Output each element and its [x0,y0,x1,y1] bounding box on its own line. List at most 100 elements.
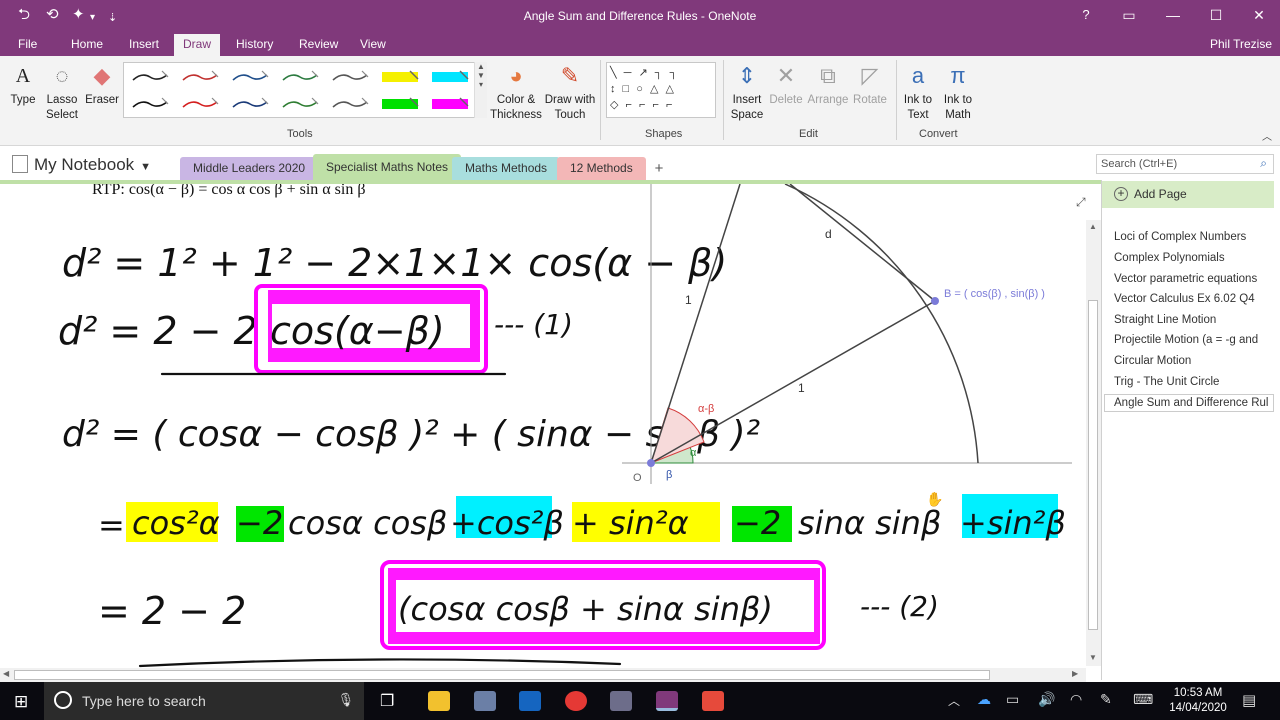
note-canvas[interactable]: RTP: cos(α − β) = cos α cos β + sin α si… [0,184,1086,668]
page-item[interactable]: Straight Line Motion [1114,314,1276,326]
scroll-right-icon[interactable]: ▶ [1072,669,1078,678]
shape-line-icon[interactable]: ╲ ─ ↗ ┐ ┐ [610,67,679,79]
page-item[interactable]: Vector Calculus Ex 6.02 Q4 [1114,293,1276,305]
notifications-icon[interactable]: ▤ [1242,691,1256,709]
lasso-select-button[interactable]: ◌ Lasso Select [44,62,80,123]
settings-app-icon[interactable] [610,691,632,711]
vertical-scrollbar[interactable]: ▲ ▼ [1086,220,1101,666]
pen-swatch[interactable] [326,92,372,115]
page-item-selected[interactable]: Angle Sum and Difference Rul [1104,394,1274,412]
tab-insert[interactable]: Insert [129,37,159,51]
tab-history[interactable]: History [236,37,273,51]
pen-swatch[interactable] [376,92,422,115]
draw-with-touch-button[interactable]: ✎ Draw with Touch [544,62,596,123]
section-tab-maths-methods[interactable]: Maths Methods [452,157,561,181]
scroll-left-icon[interactable]: ◀ [3,669,9,678]
origin-marker[interactable] [647,459,655,467]
pen-swatch[interactable] [276,65,322,88]
page-item[interactable]: Vector parametric equations [1114,273,1276,285]
ink-to-text-button[interactable]: a Ink to Text [898,62,938,123]
chord-d [789,184,936,302]
tab-draw[interactable]: Draw [174,34,221,56]
file-explorer-icon[interactable] [428,691,450,711]
pen-swatch[interactable] [426,65,472,88]
tab-file[interactable]: File [18,37,37,51]
page-item[interactable]: Circular Motion [1114,355,1276,367]
chevron-down-icon: ▼ [140,161,152,173]
user-name[interactable]: Phil Trezise [1210,37,1272,51]
scroll-down-icon[interactable]: ▼ [1089,653,1097,662]
expand-icon[interactable]: ⤢ [1075,195,1086,209]
pen-swatch[interactable] [176,65,222,88]
outlook-icon[interactable] [519,691,541,711]
show-hidden-icons-icon[interactable]: ︿ [948,692,960,709]
battery-icon[interactable]: ▭ [1006,691,1019,708]
section-tab-specialist-maths[interactable]: Specialist Maths Notes [313,154,462,181]
page-item[interactable]: Loci of Complex Numbers [1114,231,1276,243]
network-app-icon[interactable] [474,691,496,711]
section-tab-middle-leaders[interactable]: Middle Leaders 2020 [180,157,319,181]
pen-swatch[interactable] [226,65,272,88]
ink-math-label: Ink to Math [943,94,973,121]
pen-swatch[interactable] [126,92,172,115]
pen-swatch[interactable] [126,65,172,88]
search-icon: ⌕ [1260,156,1267,170]
point-b-marker[interactable] [931,297,939,305]
shape-polygon-icon[interactable]: ◇ ⌐ ⌐ ⌐ ⌐ [610,99,674,111]
wifi-icon[interactable]: ◠ [1070,691,1082,708]
pen-swatch[interactable] [426,92,472,115]
pen-swatch[interactable] [376,65,422,88]
eraser-button[interactable]: ◆ Eraser [84,62,120,108]
rotate-button[interactable]: ◸ Rotate [850,62,890,108]
close-button[interactable]: ✕ [1244,5,1274,25]
tab-view[interactable]: View [360,37,386,51]
arrange-button[interactable]: ⧉ Arrange [806,62,850,108]
type-button[interactable]: A Type [6,62,40,108]
collapse-ribbon-icon[interactable]: ︿ [1262,128,1272,143]
type-icon: A [15,65,31,87]
maximize-button[interactable]: ☐ [1201,5,1231,25]
task-view-icon[interactable]: ❐ [380,691,394,711]
tab-home[interactable]: Home [71,37,103,51]
eq4-minus-two-b: −2 [734,504,781,542]
pen-gallery-scroll[interactable]: ▲ ▼ ▾ [474,62,487,118]
shape-arrow-icon[interactable]: ↕ □ ○ △ △ [610,83,676,95]
vertical-scroll-thumb[interactable] [1088,300,1098,630]
pen-swatch[interactable] [176,92,222,115]
page-item[interactable]: Projectile Motion (a = -g and [1114,334,1276,346]
taskbar-search-input[interactable]: Type here to search 🎙 [44,682,364,720]
pen-swatch[interactable] [226,92,272,115]
page-item[interactable]: Trig - The Unit Circle [1114,376,1276,388]
microphone-icon[interactable]: 🎙 [337,692,354,708]
chrome-icon[interactable] [565,691,587,711]
snagit-icon[interactable] [702,691,724,711]
notebook-selector[interactable]: My Notebook ▼ [12,155,151,175]
minimize-button[interactable]: — [1158,5,1188,25]
windows-start-icon[interactable]: ⊞ [14,692,28,712]
color-thickness-button[interactable]: ◕ Color & Thickness [490,62,542,123]
ink-to-math-button[interactable]: π Ink to Math [938,62,978,123]
page-item[interactable]: Complex Polynomials [1114,252,1276,264]
shapes-gallery[interactable]: ╲ ─ ↗ ┐ ┐ ↕ □ ○ △ △ ◇ ⌐ ⌐ ⌐ ⌐ [606,62,716,118]
help-button[interactable]: ? [1071,5,1101,25]
horizontal-scrollbar[interactable]: ◀ ▶ [0,668,1086,682]
delete-button[interactable]: ✕ Delete [768,62,804,108]
pen-swatch[interactable] [276,92,322,115]
pen-workspace-icon[interactable]: ✎ [1100,691,1112,708]
horizontal-scroll-thumb[interactable] [14,670,990,680]
system-clock[interactable]: 10:53 AM 14/04/2020 [1166,686,1230,716]
tab-review[interactable]: Review [299,37,338,51]
section-tab-12-methods[interactable]: 12 Methods [557,157,646,181]
unit-circle-arc [784,184,979,464]
pen-swatch[interactable] [326,65,372,88]
add-section-button[interactable]: + [646,160,672,180]
scroll-up-icon[interactable]: ▲ [1089,222,1097,231]
add-page-button[interactable]: + Add Page [1102,181,1274,208]
onedrive-icon[interactable]: ☁ [977,691,991,708]
ribbon-display-icon[interactable]: ▭ [1114,5,1144,25]
onenote-icon[interactable] [656,691,678,711]
insert-space-button[interactable]: ⇕ Insert Space [726,62,768,123]
volume-icon[interactable]: 🔊 [1038,691,1055,708]
search-input[interactable]: Search (Ctrl+E) ⌕ [1096,154,1274,174]
keyboard-icon[interactable]: ⌨ [1133,691,1153,708]
